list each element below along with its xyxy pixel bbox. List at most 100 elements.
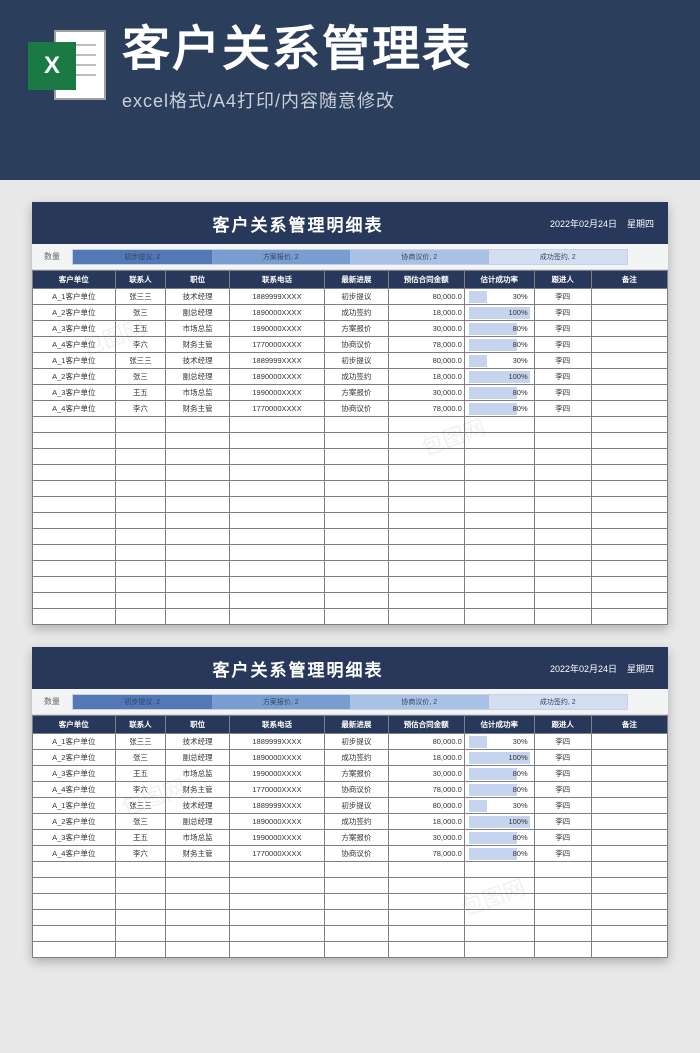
table-row: A_1客户单位张三三技术经理1889999XXXX初步提议80,000.030%… [33, 798, 668, 814]
banner-text: 客户关系管理表 excel格式/A4打印/内容随意修改 [122, 30, 672, 113]
table-cell: A_4客户单位 [33, 782, 116, 798]
table-cell [534, 593, 591, 609]
table-cell [591, 942, 667, 958]
table-cell [229, 497, 324, 513]
table-cell [388, 433, 464, 449]
table-cell: 李四 [534, 798, 591, 814]
table-row-empty [33, 577, 668, 593]
table-cell [115, 926, 166, 942]
table-cell: 18,000.0 [388, 305, 464, 321]
column-header: 联系人 [115, 271, 166, 289]
table-cell: 30,000.0 [388, 385, 464, 401]
table-cell [464, 417, 534, 433]
table-cell [534, 862, 591, 878]
column-header: 客户单位 [33, 271, 116, 289]
table-cell: 30,000.0 [388, 830, 464, 846]
summary-segment: 初步提议, 2 [73, 250, 212, 264]
table-cell: 成功签约 [325, 369, 389, 385]
table-cell [166, 609, 230, 625]
table-cell: 张三三 [115, 289, 166, 305]
table-cell [534, 878, 591, 894]
table-cell: 李四 [534, 369, 591, 385]
table-cell [591, 782, 667, 798]
table-cell: A_3客户单位 [33, 830, 116, 846]
table-cell [464, 593, 534, 609]
table-cell [591, 513, 667, 529]
table-cell: A_2客户单位 [33, 750, 116, 766]
table-cell: 张三 [115, 814, 166, 830]
table-cell: 1770000XXXX [229, 401, 324, 417]
table-row-empty [33, 593, 668, 609]
excel-icon-letter: X [28, 42, 76, 90]
table-cell [115, 942, 166, 958]
table-cell [166, 545, 230, 561]
sheet-date: 2022年02月24日 [550, 217, 617, 230]
table-cell [464, 926, 534, 942]
table-cell: A_1客户单位 [33, 289, 116, 305]
table-cell [388, 481, 464, 497]
table-cell [534, 465, 591, 481]
table-cell [325, 513, 389, 529]
table-cell [229, 862, 324, 878]
table-row-empty [33, 497, 668, 513]
sheet-preview-2: 客户关系管理明细表2022年02月24日星期四数量初步提议, 2方案报价, 2协… [32, 647, 668, 958]
column-header: 职位 [166, 716, 230, 734]
table-cell: 1889999XXXX [229, 734, 324, 750]
table-cell [388, 545, 464, 561]
table-cell [115, 529, 166, 545]
table-row-empty [33, 561, 668, 577]
table-cell: 张三 [115, 305, 166, 321]
table-cell [325, 481, 389, 497]
table-cell [33, 561, 116, 577]
table-cell [33, 593, 116, 609]
table-cell [33, 481, 116, 497]
table-cell [534, 449, 591, 465]
table-row-empty [33, 942, 668, 958]
table-cell [229, 529, 324, 545]
table-row: A_4客户单位李六财务主管1770000XXXX协商议价78,000.080%李… [33, 337, 668, 353]
table-cell [166, 481, 230, 497]
table-cell: 80,000.0 [388, 353, 464, 369]
table-cell: 李四 [534, 846, 591, 862]
table-cell [115, 545, 166, 561]
table-cell [325, 894, 389, 910]
table-cell [388, 497, 464, 513]
table-cell [591, 449, 667, 465]
table-cell: 18,000.0 [388, 750, 464, 766]
table-cell [388, 561, 464, 577]
table-cell [166, 862, 230, 878]
table-cell [534, 513, 591, 529]
summary-segment: 成功签约, 2 [489, 250, 628, 264]
table-cell [591, 609, 667, 625]
table-cell [325, 577, 389, 593]
table-cell: 1890000XXXX [229, 305, 324, 321]
table-cell: 李四 [534, 305, 591, 321]
table-cell: 李四 [534, 734, 591, 750]
table-cell: 李六 [115, 401, 166, 417]
table-row-empty [33, 609, 668, 625]
table-cell [166, 529, 230, 545]
table-cell [591, 734, 667, 750]
table-cell: 李四 [534, 385, 591, 401]
table-cell: 30,000.0 [388, 766, 464, 782]
table-cell [534, 894, 591, 910]
table-cell: 成功签约 [325, 750, 389, 766]
table-cell [534, 497, 591, 513]
table-cell [115, 417, 166, 433]
sheet-header: 客户关系管理明细表2022年02月24日星期四 [32, 202, 668, 244]
table-cell [33, 926, 116, 942]
column-header: 备注 [591, 271, 667, 289]
table-cell [325, 465, 389, 481]
table-cell [534, 433, 591, 449]
summary-segment: 协商议价, 2 [350, 250, 489, 264]
table-cell [591, 910, 667, 926]
table-row: A_2客户单位张三副总经理1890000XXXX成功签约18,000.0100%… [33, 369, 668, 385]
column-header: 联系电话 [229, 716, 324, 734]
table-cell [464, 577, 534, 593]
table-cell [591, 878, 667, 894]
table-row-empty [33, 449, 668, 465]
table-cell: 80% [464, 401, 534, 417]
table-cell [115, 609, 166, 625]
table-cell: 张三三 [115, 353, 166, 369]
table-cell [229, 926, 324, 942]
